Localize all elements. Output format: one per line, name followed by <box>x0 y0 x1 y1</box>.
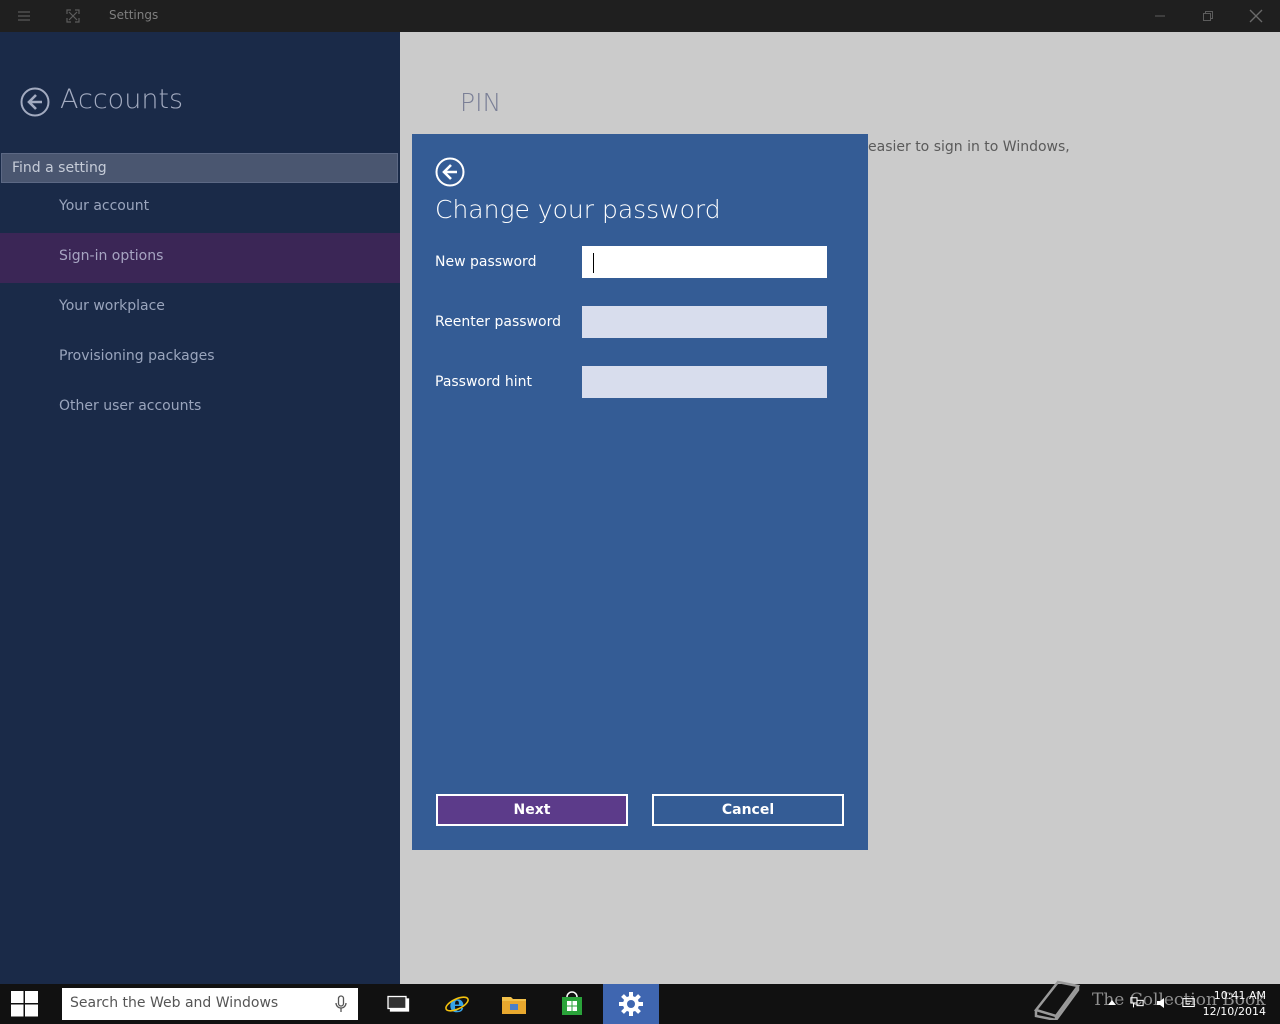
new-password-label: New password <box>435 254 537 270</box>
title-bar: Settings <box>0 0 1280 32</box>
text-caret <box>593 253 594 273</box>
clock-time: 10:41 AM <box>1213 989 1266 1002</box>
svg-text:e: e <box>449 991 464 1017</box>
sidebar-item-sign-in-options[interactable]: Sign-in options <box>0 233 400 283</box>
reenter-password-field[interactable] <box>582 306 827 338</box>
file-explorer-button[interactable] <box>486 984 542 1024</box>
book-icon <box>1033 980 1081 1020</box>
start-button[interactable] <box>0 984 50 1024</box>
restore-button[interactable] <box>1184 0 1232 32</box>
sidebar: Accounts Find a setting Your account Sig… <box>0 32 400 984</box>
close-button[interactable] <box>1232 0 1280 32</box>
next-button[interactable]: Next <box>436 794 628 826</box>
task-view-icon <box>387 995 410 1012</box>
network-icon[interactable] <box>1130 996 1144 1010</box>
page-title: PIN <box>460 88 502 117</box>
microphone-icon[interactable] <box>334 995 348 1013</box>
window-title: Settings <box>109 8 159 22</box>
sidebar-item-your-workplace[interactable]: Your workplace <box>0 283 400 333</box>
dialog-back-arrow-icon[interactable] <box>435 157 465 187</box>
folder-icon <box>502 997 526 1014</box>
find-setting-input[interactable]: Find a setting <box>1 153 398 183</box>
taskbar-search-box[interactable]: Search the Web and Windows <box>62 988 358 1020</box>
internet-explorer-button[interactable]: e <box>429 984 485 1024</box>
minimize-icon <box>1155 15 1165 17</box>
windows-logo-icon <box>11 991 38 1017</box>
new-password-field[interactable] <box>582 246 827 278</box>
taskbar-search-placeholder: Search the Web and Windows <box>70 995 279 1011</box>
password-hint-label: Password hint <box>435 374 532 390</box>
clock-date: 12/10/2014 <box>1202 1005 1266 1018</box>
minimize-button[interactable] <box>1136 0 1184 32</box>
section-title: Accounts <box>60 84 184 115</box>
store-bag-icon <box>562 991 582 1015</box>
settings-app-button[interactable] <box>603 984 659 1024</box>
system-clock[interactable]: 10:41 AM 12/10/2014 <box>1203 988 1266 1020</box>
taskbar: Search the Web and Windows e The Collect… <box>0 980 1280 1024</box>
reenter-password-label: Reenter password <box>435 314 561 330</box>
password-hint-field[interactable] <box>582 366 827 398</box>
change-password-dialog: Change your password New password Reente… <box>412 134 868 850</box>
sidebar-item-provisioning-packages[interactable]: Provisioning packages <box>0 333 400 383</box>
sidebar-item-other-user-accounts[interactable]: Other user accounts <box>0 383 400 433</box>
store-button[interactable] <box>544 984 600 1024</box>
action-center-icon[interactable] <box>1182 996 1196 1010</box>
task-view-button[interactable] <box>371 984 427 1024</box>
show-hidden-icons-icon[interactable] <box>1105 996 1119 1010</box>
back-arrow-icon[interactable] <box>20 87 50 117</box>
internet-explorer-icon: e <box>445 991 469 1017</box>
hamburger-menu-icon[interactable] <box>16 8 32 24</box>
gear-icon <box>619 992 643 1016</box>
dialog-title: Change your password <box>435 195 721 224</box>
fullscreen-icon[interactable] <box>65 8 81 24</box>
restore-icon <box>1203 11 1213 21</box>
pin-description: easier to sign in to Windows, <box>868 139 1070 155</box>
sidebar-item-your-account[interactable]: Your account <box>0 183 400 233</box>
volume-icon[interactable] <box>1155 996 1169 1010</box>
close-icon <box>1249 9 1263 23</box>
cancel-button[interactable]: Cancel <box>652 794 844 826</box>
